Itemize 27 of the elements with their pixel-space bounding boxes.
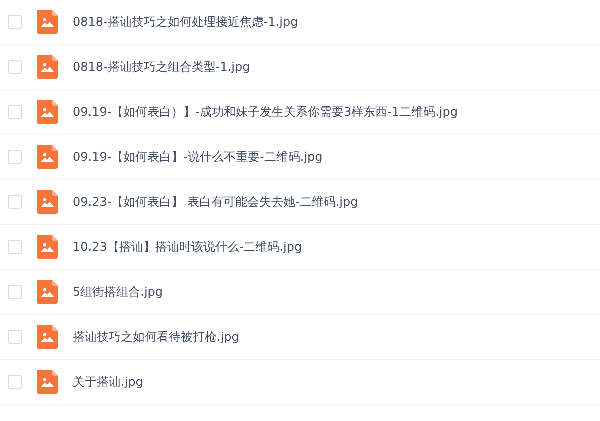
checkbox[interactable] bbox=[8, 15, 22, 29]
checkbox[interactable] bbox=[8, 375, 22, 389]
file-name[interactable]: 5组街搭组合.jpg bbox=[73, 283, 164, 301]
file-name[interactable]: 10.23【搭讪】搭讪时该说什么-二维码.jpg bbox=[73, 238, 302, 256]
image-file-icon bbox=[37, 370, 58, 394]
checkbox[interactable] bbox=[8, 285, 22, 299]
image-file-icon bbox=[37, 325, 58, 349]
file-name[interactable]: 09.23-【如何表白】 表白有可能会失去她-二维码.jpg bbox=[73, 193, 358, 211]
file-name[interactable]: 09.19-【如何表白】-说什么不重要-二维码.jpg bbox=[73, 148, 323, 166]
file-name[interactable]: 0818-搭讪技巧之如何处理接近焦虑-1.jpg bbox=[73, 13, 298, 31]
image-file-icon bbox=[37, 10, 58, 34]
checkbox[interactable] bbox=[8, 195, 22, 209]
image-file-icon bbox=[37, 145, 58, 169]
image-file-icon bbox=[37, 55, 58, 79]
file-name[interactable]: 关于搭讪.jpg bbox=[73, 373, 144, 391]
image-file-icon bbox=[37, 190, 58, 214]
file-name[interactable]: 09.19-【如何表白）】-成功和妹子发生关系你需要3样东西-1二维码.jpg bbox=[73, 103, 458, 121]
checkbox[interactable] bbox=[8, 240, 22, 254]
file-name[interactable]: 搭讪技巧之如何看待被打枪.jpg bbox=[73, 328, 240, 346]
checkbox[interactable] bbox=[8, 60, 22, 74]
file-name[interactable]: 0818-搭讪技巧之组合类型-1.jpg bbox=[73, 58, 250, 76]
image-file-icon bbox=[37, 235, 58, 259]
checkbox[interactable] bbox=[8, 105, 22, 119]
checkbox[interactable] bbox=[8, 150, 22, 164]
checkbox[interactable] bbox=[8, 330, 22, 344]
image-file-icon bbox=[37, 280, 58, 304]
image-file-icon bbox=[37, 100, 58, 124]
